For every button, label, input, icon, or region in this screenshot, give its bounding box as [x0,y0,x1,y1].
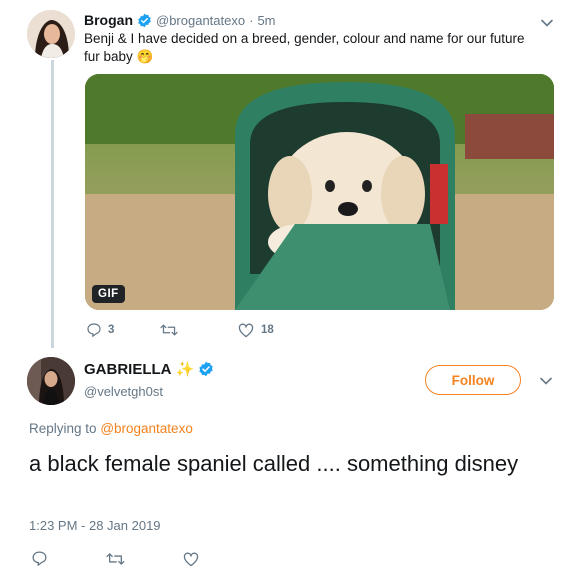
chevron-down-icon[interactable] [540,16,554,30]
heart-icon [238,323,254,338]
follow-button[interactable]: Follow [425,365,521,395]
reply-timestamp[interactable]: 1:23 PM - 28 Jan 2019 [29,518,161,533]
reply-icon [87,323,101,337]
author-handle[interactable]: @brogantatexo [156,13,245,28]
like-action[interactable]: 18 [237,322,274,338]
retweet-icon [160,324,178,336]
replying-to: Replying to @brogantatexo [29,421,193,436]
retweet-icon[interactable] [106,551,125,567]
reply-text: a black female spaniel called .... somet… [29,451,519,476]
reply-author-handle[interactable]: @velvetgh0st [84,384,163,399]
heart-icon[interactable] [182,551,200,567]
verified-badge-icon [138,13,151,27]
tweet-text: Benji & I have decided on a breed, gende… [84,30,544,66]
chevron-down-icon[interactable] [539,374,553,388]
replying-to-prefix: Replying to [29,421,97,436]
sparkles-emoji: ✨ [175,361,195,378]
verified-badge-icon [199,361,213,377]
reply-count: 3 [108,324,115,336]
gif-media[interactable] [85,74,554,310]
author-name[interactable]: Brogan [84,12,133,28]
reply-action[interactable]: 3 [86,322,114,338]
avatar-gabriella[interactable] [27,357,75,405]
retweet-action[interactable] [160,322,178,338]
replying-to-mention[interactable]: @brogantatexo [100,421,193,436]
reply-icon[interactable] [31,550,48,567]
tweet-time[interactable]: 5m [257,13,275,28]
tweet-header: Brogan @brogantatexo · 5m [84,12,276,28]
thread-connector-line [51,60,54,348]
like-count: 18 [261,324,274,336]
gif-badge: GIF [92,285,125,303]
avatar-brogan[interactable] [27,10,75,58]
header-separator: · [249,12,254,28]
reply-header: GABRIELLA ✨ [84,360,214,378]
face-emoji: 🤭 [136,49,154,64]
reply-author-name[interactable]: GABRIELLA [84,361,172,378]
